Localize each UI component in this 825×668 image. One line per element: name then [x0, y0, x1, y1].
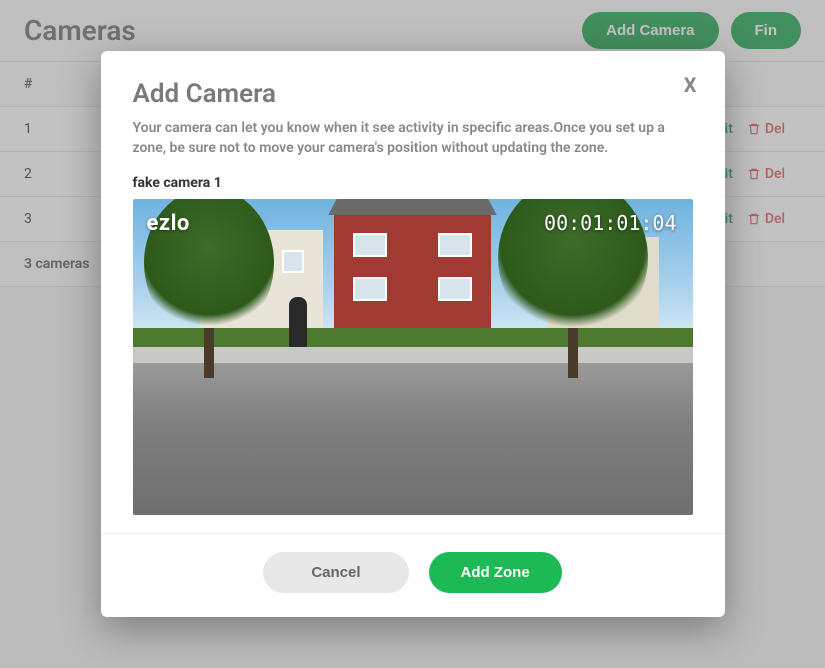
modal-overlay[interactable]: X Add Camera Your camera can let you kno… — [0, 0, 825, 668]
camera-name-label: fake camera 1 — [133, 175, 693, 191]
modal-title: Add Camera — [133, 79, 693, 109]
add-zone-button[interactable]: Add Zone — [429, 552, 562, 593]
camera-preview[interactable]: ezlo 00:01:01:04 — [133, 199, 693, 515]
camera-timestamp: 00:01:01:04 — [544, 211, 676, 235]
add-camera-modal: X Add Camera Your camera can let you kno… — [101, 51, 725, 616]
ezlo-logo: ezlo — [147, 211, 190, 236]
modal-description: Your camera can let you know when it see… — [133, 119, 693, 158]
close-icon[interactable]: X — [684, 73, 697, 97]
modal-footer: Cancel Add Zone — [101, 533, 725, 617]
cancel-button[interactable]: Cancel — [263, 552, 408, 593]
